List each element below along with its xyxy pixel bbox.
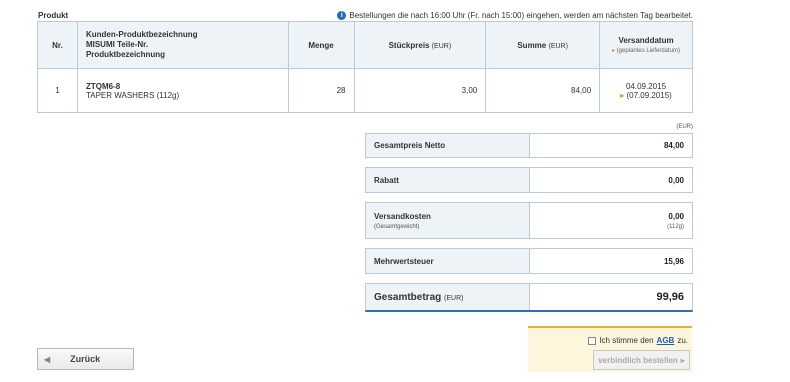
header-unit-price-label: Stückpreis — [388, 40, 430, 50]
order-table: Nr. Kunden-Produktbezeichnung MISUMI Tei… — [37, 21, 693, 113]
header-description-line3: Produktbezeichnung — [85, 50, 166, 59]
shipping-weight: (112g) — [667, 223, 684, 230]
processing-notice: i Bestellungen die nach 16:00 Uhr (Fr. n… — [337, 11, 693, 20]
cell-name: TAPER WASHERS — [85, 90, 155, 100]
total-unit: (EUR) — [444, 294, 464, 302]
summary-row-discount: Rabatt 0,00 — [365, 167, 693, 193]
agb-consent: Ich stimme den AGB zu. — [588, 336, 688, 345]
back-label: Zurück — [70, 354, 101, 364]
total-value: 99,96 — [656, 291, 684, 303]
shipping-label-block: Versandkosten (Gesamtgewicht) — [366, 203, 530, 238]
cell-delivery-date-value: (07.09.2015) — [626, 90, 672, 100]
net-label: Gesamtpreis Netto — [366, 134, 530, 157]
header-description: Kunden-Produktbezeichnung MISUMI Teile-N… — [76, 21, 289, 69]
agb-suffix: zu. — [677, 336, 688, 345]
cell-sum: 84,00 — [485, 68, 601, 113]
back-button[interactable]: ◀ Zurück — [37, 348, 134, 370]
header-ship-date-label: Versanddatum — [618, 36, 674, 45]
header-ship-date-sub-text: (geplantes Lieferdatum) — [616, 48, 681, 54]
agb-link[interactable]: AGB — [657, 336, 675, 345]
header-description-line2: MISUMI Teile-Nr. — [85, 40, 149, 49]
header-unit-price-unit: (EUR) — [431, 42, 452, 50]
summary-row-net: Gesamtpreis Netto 84,00 — [365, 133, 693, 158]
agb-prefix: Ich stimme den — [599, 336, 654, 345]
arrow-right-icon: ▸ — [620, 90, 625, 100]
arrow-right-icon: ▸ — [611, 48, 615, 54]
arrow-left-icon: ◀ — [44, 354, 51, 364]
table-header-row: Nr. Kunden-Produktbezeichnung MISUMI Tei… — [37, 21, 693, 69]
cell-nr: 1 — [37, 68, 78, 113]
cell-part-no: ZTQM6-8 — [85, 81, 121, 91]
submit-order-button[interactable]: verbindlich bestellen ▸ — [593, 350, 690, 370]
notice-text: Bestellungen die nach 16:00 Uhr (Fr. nac… — [349, 11, 693, 20]
shipping-label: Versandkosten — [374, 211, 431, 221]
total-label: Gesamtbetrag — [374, 291, 442, 303]
agb-panel: Ich stimme den AGB zu. verbindlich beste… — [528, 326, 692, 372]
header-sum: Summe (EUR) — [485, 21, 601, 69]
header-ship-date: Versanddatum ▸ (geplantes Lieferdatum) — [599, 21, 693, 69]
summary-row-shipping: Versandkosten (Gesamtgewicht) 0,00 (112g… — [365, 202, 693, 239]
header-unit-price: Stückpreis (EUR) — [353, 21, 487, 69]
total-label-block: Gesamtbetrag (EUR) — [366, 284, 530, 310]
header-sum-label: Summe — [517, 40, 547, 50]
shipping-value-block: 0,00 (112g) — [530, 203, 692, 238]
cell-weight: (112g) — [156, 90, 180, 100]
shipping-value: 0,00 — [668, 211, 684, 221]
vat-label: Mehrwertsteuer — [366, 249, 530, 273]
net-value: 84,00 — [663, 141, 684, 150]
agb-checkbox[interactable] — [588, 336, 597, 345]
cell-product: ZTQM6-8 TAPER WASHERS (112g) — [76, 68, 289, 113]
shipping-sub: (Gesamtgewicht) — [374, 223, 420, 230]
cell-ship-date-value: 04.09.2015 — [625, 81, 667, 91]
cell-ship-date: 04.09.2015 ▸ (07.09.2015) — [599, 68, 693, 113]
info-icon: i — [337, 11, 347, 20]
summary-row-vat: Mehrwertsteuer 15,96 — [365, 248, 693, 274]
header-nr: Nr. — [37, 21, 78, 69]
summary-currency-label: (EUR) — [676, 124, 693, 130]
cell-delivery-date: ▸ (07.09.2015) — [608, 91, 684, 100]
table-row: 1 ZTQM6-8 TAPER WASHERS (112g) 28 3,00 8… — [37, 68, 693, 113]
header-sum-unit: (EUR) — [548, 42, 568, 50]
header-ship-date-sub: ▸ (geplantes Lieferdatum) — [608, 47, 684, 54]
submit-order-label: verbindlich bestellen — [598, 355, 678, 365]
discount-value: 0,00 — [668, 175, 684, 185]
header-quantity: Menge — [287, 21, 355, 69]
header-description-line1: Kunden-Produktbezeichnung — [85, 30, 198, 39]
section-title: Produkt — [38, 11, 69, 20]
cell-product-name: TAPER WASHERS (112g) — [86, 91, 280, 100]
summary-row-total: Gesamtbetrag (EUR) 99,96 — [365, 283, 693, 312]
vat-value: 15,96 — [663, 256, 684, 266]
discount-label: Rabatt — [366, 168, 530, 192]
cell-unit-price: 3,00 — [353, 68, 487, 113]
cell-quantity: 28 — [287, 68, 355, 113]
chevron-right-icon: ▸ — [680, 355, 685, 365]
